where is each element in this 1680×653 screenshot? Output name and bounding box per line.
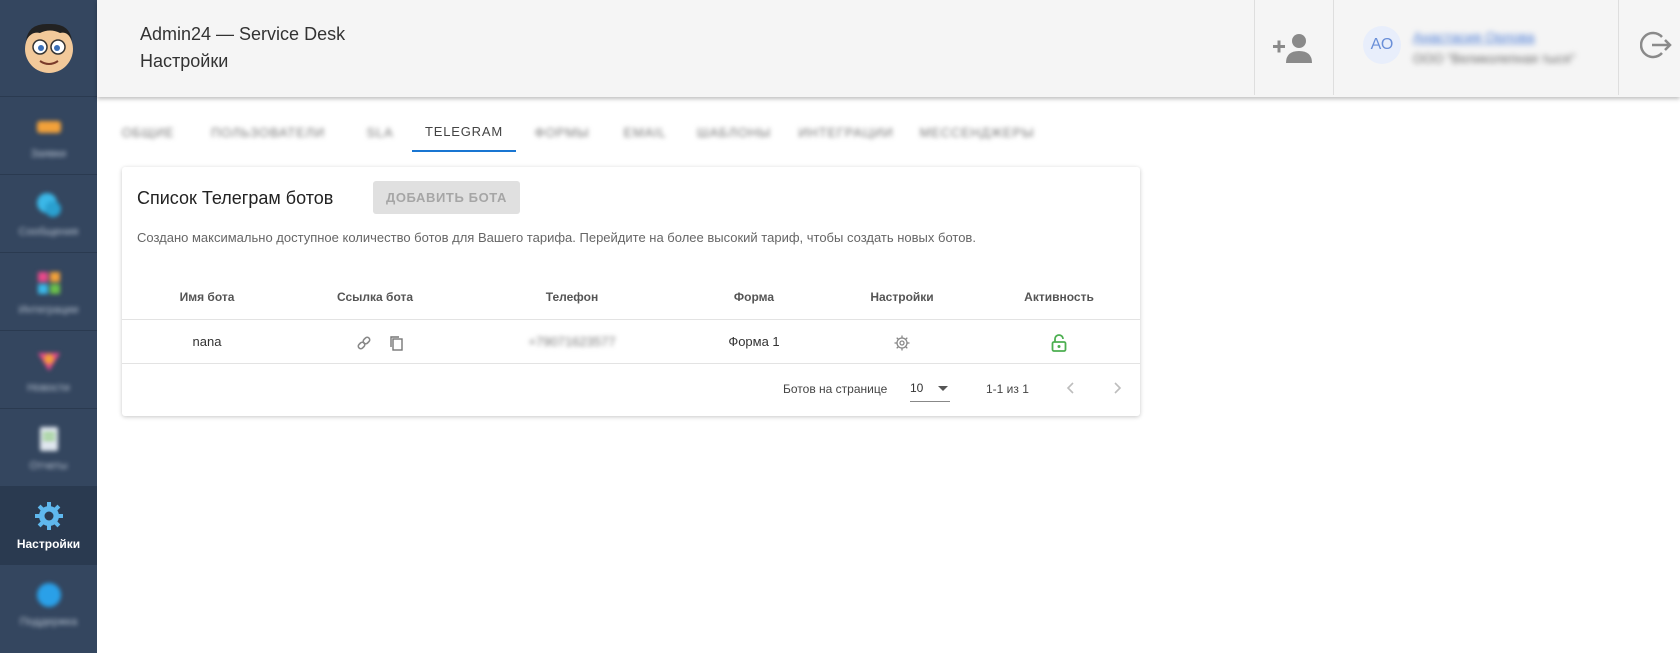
page-range: 1-1 из 1 xyxy=(986,382,1029,396)
limit-notice: Создано максимально доступное количество… xyxy=(137,230,976,245)
sidebar-item-label: Интеграции xyxy=(18,303,79,316)
next-page-button[interactable] xyxy=(1105,376,1129,400)
tab-email[interactable]: EMAIL xyxy=(612,112,678,152)
integrations-icon xyxy=(34,268,64,298)
prev-page-button[interactable] xyxy=(1059,376,1083,400)
gear-icon xyxy=(894,335,910,351)
header-divider xyxy=(122,319,1140,320)
card-title: Список Телеграм ботов xyxy=(137,188,334,208)
tab-sla[interactable]: SLA xyxy=(350,112,410,152)
per-page-value: 10 xyxy=(910,380,924,395)
copy-link-button[interactable] xyxy=(386,333,406,353)
sidebar-item-label: Поддержка xyxy=(19,616,78,628)
sidebar-item-label: Отчеты xyxy=(29,459,68,472)
tab-forms[interactable]: ФОРМЫ xyxy=(524,112,600,152)
sidebar-item-label: Новости xyxy=(27,381,70,394)
sidebar-item-reports[interactable]: Отчеты xyxy=(0,409,97,487)
tab-messengers[interactable]: МЕССЕНДЖЕРЫ xyxy=(912,112,1042,152)
tickets-icon xyxy=(34,112,64,142)
sidebar-item-messages[interactable]: Сообщения xyxy=(0,175,97,253)
telegram-bots-card: Список Телеграм ботов ДОБАВИТЬ БОТА Созд… xyxy=(122,167,1140,416)
column-header-settings[interactable]: Настройки xyxy=(842,290,962,304)
bot-activity-toggle[interactable] xyxy=(1049,332,1069,354)
column-header-form[interactable]: Форма xyxy=(694,290,814,304)
column-header-phone[interactable]: Телефон xyxy=(512,290,632,304)
tab-telegram[interactable]: TELEGRAM xyxy=(412,112,516,152)
user-organization: ООО "Великолепная тыся" xyxy=(1413,51,1576,66)
chevron-right-icon xyxy=(1114,382,1122,394)
top-header: Admin24 — Service Desk Настройки АО Анас… xyxy=(97,0,1680,97)
tab-users[interactable]: ПОЛЬЗОВАТЕЛИ xyxy=(198,112,338,152)
bot-phone-cell: +79071623577 xyxy=(528,334,616,349)
per-page-label: Ботов на странице xyxy=(783,382,888,396)
tab-general[interactable]: ОБЩИЕ xyxy=(110,112,186,152)
unlock-icon xyxy=(1051,334,1067,352)
sidebar-item-label: Настройки xyxy=(16,536,81,551)
per-page-select[interactable]: 10 xyxy=(910,374,950,402)
add-user-button[interactable] xyxy=(1271,26,1315,70)
support-icon xyxy=(34,580,64,610)
chevron-left-icon xyxy=(1066,382,1074,394)
header-divider xyxy=(1333,0,1334,95)
header-divider xyxy=(1618,0,1619,95)
sidebar-item-label: Заявки xyxy=(30,147,67,160)
sidebar-item-news[interactable]: Новости xyxy=(0,331,97,409)
add-user-icon xyxy=(1273,34,1312,63)
sidebar-item-label: Сообщения xyxy=(18,225,79,238)
page-title: Настройки xyxy=(140,51,229,71)
link-icon xyxy=(357,336,371,350)
sidebar-item-settings[interactable]: Настройки xyxy=(0,487,97,565)
logo[interactable] xyxy=(0,0,97,97)
sidebar-item-support[interactable]: Поддержка xyxy=(0,565,97,643)
sidebar: Заявки Сообщения Интеграции Новости Отче… xyxy=(0,0,97,653)
column-header-link[interactable]: Ссылка бота xyxy=(315,290,435,304)
column-header-activity[interactable]: Активность xyxy=(999,290,1119,304)
user-name-link[interactable]: Анастасия Орлова xyxy=(1413,29,1535,45)
row-divider xyxy=(122,363,1140,364)
logout-button[interactable] xyxy=(1638,27,1674,63)
reports-icon xyxy=(34,424,64,454)
sidebar-item-integrations[interactable]: Интеграции xyxy=(0,253,97,331)
avatar-logo-icon xyxy=(24,23,73,73)
messages-icon xyxy=(34,190,64,220)
tab-integrations[interactable]: ИНТЕГРАЦИИ xyxy=(790,112,902,152)
logout-icon xyxy=(1640,31,1672,59)
bot-settings-button[interactable] xyxy=(892,333,912,353)
sidebar-item-tickets[interactable]: Заявки xyxy=(0,97,97,175)
bot-name-cell: nana xyxy=(192,334,222,349)
avatar[interactable]: АО xyxy=(1363,26,1401,64)
gear-icon xyxy=(34,501,64,531)
bot-form-cell: Форма 1 xyxy=(728,334,780,349)
open-link-button[interactable] xyxy=(354,333,374,353)
copy-icon xyxy=(390,336,403,351)
header-divider xyxy=(1254,0,1255,95)
news-icon xyxy=(34,346,64,376)
tab-templates[interactable]: ШАБЛОНЫ xyxy=(688,112,780,152)
chevron-down-icon xyxy=(938,386,948,391)
app-title: Admin24 — Service Desk xyxy=(140,24,346,44)
column-header-name[interactable]: Имя бота xyxy=(147,290,267,304)
add-bot-button[interactable]: ДОБАВИТЬ БОТА xyxy=(373,181,520,214)
